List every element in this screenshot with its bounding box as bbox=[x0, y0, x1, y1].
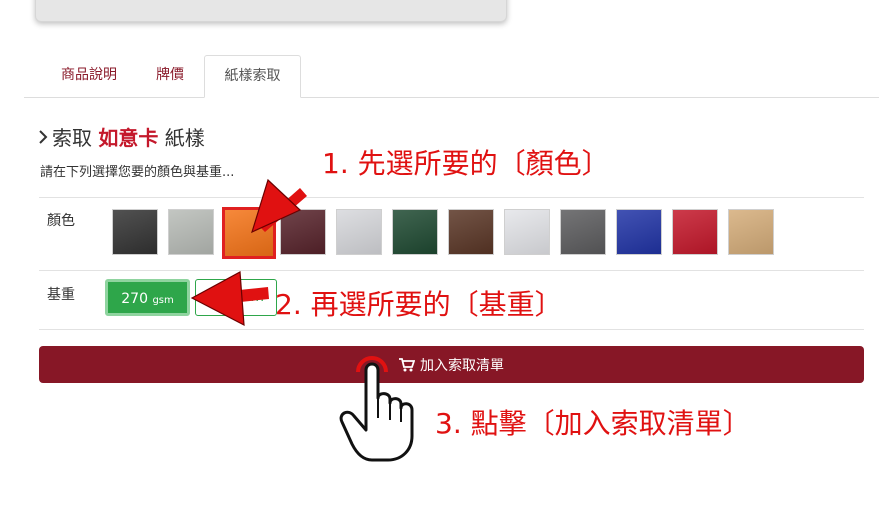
color-swatch-tan[interactable] bbox=[728, 209, 774, 255]
tab-sample-request[interactable]: 紙樣索取 bbox=[204, 55, 301, 98]
color-swatch-light-gray[interactable] bbox=[168, 209, 214, 255]
divider bbox=[39, 329, 864, 330]
section-title-suffix: 紙樣 bbox=[164, 126, 205, 150]
weight-option-270-button[interactable]: 270 gsm bbox=[105, 279, 190, 316]
weight-label: 基重 bbox=[47, 287, 75, 303]
annotation-step-1: 1. 先選所要的〔顏色〕 bbox=[322, 147, 610, 180]
divider bbox=[39, 270, 864, 271]
add-to-request-list-button[interactable]: 加入索取清單 bbox=[39, 346, 864, 383]
product-preview-card bbox=[35, 0, 507, 22]
color-swatch-brown[interactable] bbox=[448, 209, 494, 255]
color-swatch-red[interactable] bbox=[672, 209, 718, 255]
annotation-step-2: 2. 再選所要的〔基重〕 bbox=[275, 288, 563, 321]
color-swatch-charcoal[interactable] bbox=[560, 209, 606, 255]
color-swatch-white-gray[interactable] bbox=[504, 209, 550, 255]
section-title: 索取 如意卡 紙樣 bbox=[38, 122, 205, 151]
weight-option-alt-button[interactable]: m bbox=[195, 279, 277, 316]
tab-product-description[interactable]: 商品說明 bbox=[44, 55, 134, 96]
selection-hint: 請在下列選擇您要的顏色與基重... bbox=[40, 165, 235, 180]
color-swatch-royal-blue[interactable] bbox=[616, 209, 662, 255]
tab-price-list[interactable]: 牌價 bbox=[137, 55, 203, 96]
annotation-step-3: 3. 點擊〔加入索取清單〕 bbox=[435, 407, 751, 440]
color-swatch-black[interactable] bbox=[112, 209, 158, 255]
color-swatch-burgundy[interactable] bbox=[280, 209, 326, 255]
color-swatch-dark-green[interactable] bbox=[392, 209, 438, 255]
weight-unit: gsm bbox=[152, 295, 174, 306]
product-name: 如意卡 bbox=[98, 126, 159, 150]
weight-unit: m bbox=[250, 289, 264, 305]
cart-icon bbox=[399, 357, 415, 372]
weight-value: 270 bbox=[121, 291, 148, 307]
add-button-label: 加入索取清單 bbox=[420, 357, 504, 374]
section-title-prefix: 索取 bbox=[52, 126, 92, 150]
color-swatch-orange[interactable] bbox=[222, 207, 276, 259]
color-swatch-pale-gray[interactable] bbox=[336, 209, 382, 255]
tab-bar: 商品說明 牌價 紙樣索取 bbox=[24, 55, 879, 98]
color-label: 顏色 bbox=[47, 213, 75, 229]
chevron-right-icon bbox=[38, 126, 48, 150]
divider bbox=[39, 197, 864, 198]
